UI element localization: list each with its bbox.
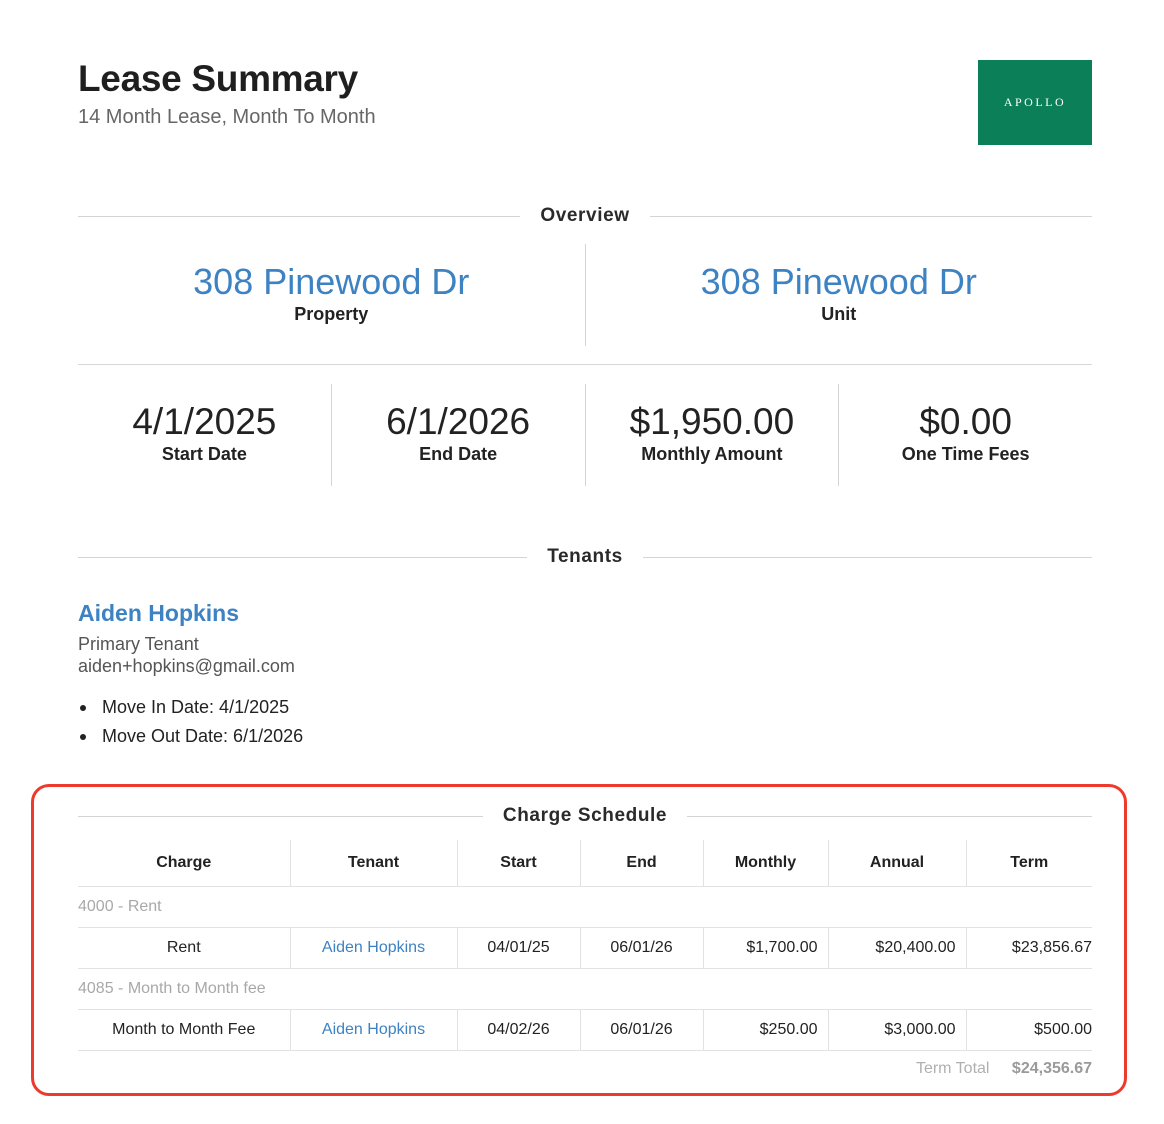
divider	[78, 215, 521, 217]
move-out-date: Move Out Date: 6/1/2026	[102, 726, 304, 746]
page-title: Lease Summary	[78, 58, 358, 99]
end-date-cell: 6/1/2026 End Date	[332, 384, 586, 486]
one-time-fees-value: $0.00	[919, 401, 1012, 442]
charge-schedule-section-title: Charge Schedule	[78, 801, 1092, 831]
charge-start: 04/02/26	[456, 1009, 580, 1051]
overview-location-row: 308 Pinewood Dr Property 308 Pinewood Dr…	[78, 244, 1092, 346]
overview-section-title: Overview	[78, 201, 1092, 231]
end-date-value: 6/1/2026	[386, 401, 531, 442]
tenant-dates-list: Move In Date: 4/1/2025 Move Out Date: 6/…	[78, 693, 303, 751]
divider	[642, 556, 1093, 558]
unit-link[interactable]: 308 Pinewood Dr	[586, 260, 1093, 304]
column-header-term[interactable]: Term	[965, 840, 1092, 887]
property-cell: 308 Pinewood Dr Property	[78, 244, 586, 346]
tenant-role: Primary Tenant	[78, 634, 199, 654]
charge-monthly: $1,700.00	[702, 927, 828, 969]
overview-heading: Overview	[540, 205, 630, 226]
charge-start: 04/01/25	[456, 927, 580, 969]
unit-cell: 308 Pinewood Dr Unit	[586, 244, 1093, 346]
unit-label: Unit	[821, 304, 857, 324]
tenant-name-link[interactable]: Aiden Hopkins	[78, 600, 303, 627]
lease-header: Lease Summary 14 Month Lease, Month To M…	[78, 58, 376, 129]
divider	[78, 815, 483, 817]
property-label: Property	[294, 304, 369, 324]
column-header-tenant[interactable]: Tenant	[289, 840, 457, 887]
charge-group-label: 4000 - Rent	[78, 886, 1092, 928]
charge-term: $23,856.67	[965, 927, 1092, 969]
term-total-value: $24,356.67	[1011, 1060, 1092, 1077]
start-date-label: Start Date	[161, 444, 247, 464]
bullet-icon	[80, 734, 86, 740]
charge-monthly: $250.00	[702, 1009, 828, 1051]
lease-subtitle: 14 Month Lease, Month To Month	[78, 106, 376, 128]
list-item: Move Out Date: 6/1/2026	[78, 722, 303, 751]
bullet-icon	[80, 705, 86, 711]
list-item: Move In Date: 4/1/2025	[78, 693, 303, 722]
monthly-amount-cell: $1,950.00 Monthly Amount	[586, 384, 840, 486]
table-header-row: Charge Tenant Start End Monthly Annual T…	[78, 840, 1092, 887]
one-time-fees-label: One Time Fees	[901, 444, 1030, 464]
property-link[interactable]: 308 Pinewood Dr	[78, 260, 585, 304]
term-total-label: Term Total	[915, 1060, 990, 1077]
charge-end: 06/01/26	[579, 927, 703, 969]
charge-schedule-table: Charge Tenant Start End Monthly Annual T…	[78, 840, 1092, 1051]
one-time-fees-cell: $0.00 One Time Fees	[839, 384, 1092, 486]
tenants-section-title: Tenants	[78, 542, 1093, 572]
tenant-email: aiden+hopkins@gmail.com	[78, 656, 295, 676]
charge-name: Month to Month Fee	[78, 1009, 290, 1051]
logo-text: APOLLO	[1003, 95, 1067, 109]
tenants-heading: Tenants	[547, 546, 623, 567]
start-date-value: 4/1/2025	[132, 401, 277, 442]
tenant-card: Aiden Hopkins Primary Tenant aiden+hopki…	[78, 600, 303, 751]
divider	[78, 364, 1092, 365]
table-row: Rent Aiden Hopkins 04/01/25 06/01/26 $1,…	[78, 927, 1092, 969]
charge-name: Rent	[78, 927, 290, 969]
charge-term: $500.00	[965, 1009, 1092, 1051]
charge-group-row: 4000 - Rent	[78, 886, 1092, 928]
column-header-annual[interactable]: Annual	[827, 840, 966, 887]
end-date-label: End Date	[419, 444, 498, 464]
column-header-start[interactable]: Start	[456, 840, 580, 887]
tenant-link[interactable]: Aiden Hopkins	[289, 927, 457, 969]
monthly-amount-label: Monthly Amount	[641, 444, 783, 464]
column-header-monthly[interactable]: Monthly	[702, 840, 828, 887]
overview-terms-row: 4/1/2025 Start Date 6/1/2026 End Date $1…	[78, 384, 1092, 486]
monthly-amount-value: $1,950.00	[629, 401, 795, 442]
divider	[649, 215, 1092, 217]
tenant-link[interactable]: Aiden Hopkins	[289, 1009, 457, 1051]
charge-annual: $20,400.00	[827, 927, 966, 969]
charge-group-row: 4085 - Month to Month fee	[78, 968, 1092, 1010]
charge-schedule-heading: Charge Schedule	[502, 805, 668, 826]
start-date-cell: 4/1/2025 Start Date	[78, 384, 332, 486]
charge-annual: $3,000.00	[827, 1009, 966, 1051]
column-header-end[interactable]: End	[579, 840, 703, 887]
move-in-date: Move In Date: 4/1/2025	[102, 697, 290, 717]
company-logo: APOLLO	[978, 60, 1092, 145]
charge-group-label: 4085 - Month to Month fee	[78, 968, 1092, 1010]
charge-end: 06/01/26	[579, 1009, 703, 1051]
table-row: Month to Month Fee Aiden Hopkins 04/02/2…	[78, 1009, 1092, 1051]
column-header-charge[interactable]: Charge	[78, 840, 290, 887]
divider	[687, 815, 1092, 817]
term-total: Term Total $24,356.67	[78, 1060, 1092, 1078]
divider	[78, 556, 528, 558]
